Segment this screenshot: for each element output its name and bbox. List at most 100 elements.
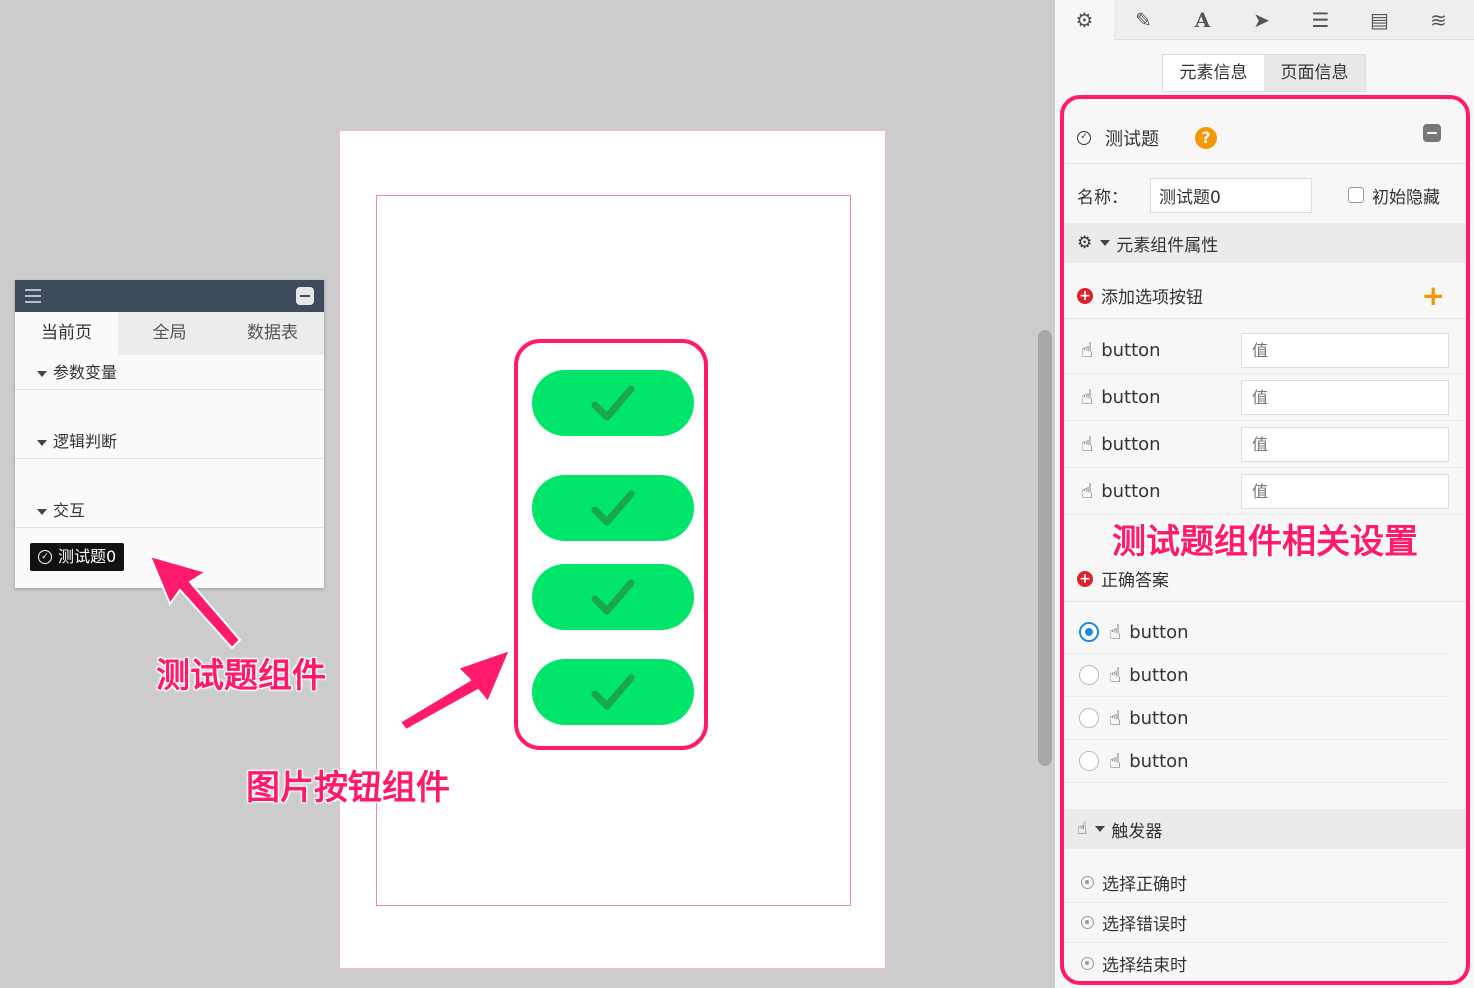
section-label: 触发器 — [1111, 821, 1163, 842]
answer-radio[interactable] — [1079, 622, 1099, 642]
image-button-3[interactable] — [532, 564, 694, 630]
option-value-input[interactable] — [1241, 473, 1449, 509]
option-label: button — [1101, 339, 1161, 361]
answer-label: button — [1129, 707, 1189, 729]
add-option-row: + 添加选项按钮 + — [1063, 273, 1467, 319]
layer-item-quiz[interactable]: ✓ 测试题0 — [30, 543, 125, 571]
option-row: ☝ button — [1063, 421, 1467, 468]
hand-pointer-icon: ☝ — [1077, 819, 1088, 839]
hand-pointer-icon: ☝ — [1109, 749, 1122, 773]
check-circle-icon: ✓ — [1077, 130, 1091, 145]
layer-panel: 当前页 全局 数据表 参数变量 逻辑判断 交互 ✓ 测试题0 — [15, 280, 324, 588]
option-value-input[interactable] — [1241, 332, 1449, 368]
option-row: ☝ button — [1063, 468, 1467, 515]
option-label: button — [1101, 480, 1161, 502]
tab-global[interactable]: 全局 — [118, 312, 221, 355]
canvas-scrollbar[interactable] — [1038, 330, 1052, 766]
tab-element-info[interactable]: 元素信息 — [1163, 55, 1264, 91]
help-icon[interactable]: ? — [1195, 126, 1217, 149]
collapse-icon[interactable] — [1423, 124, 1441, 142]
trigger-item[interactable]: 选择正确时 — [1063, 863, 1451, 903]
answer-radio[interactable] — [1079, 708, 1099, 728]
caret-down-icon — [37, 508, 47, 515]
options-list: ☝ button ☝ button ☝ button ☝ button — [1063, 327, 1467, 515]
text-icon[interactable]: A — [1173, 0, 1232, 40]
send-icon[interactable]: ➤ — [1232, 0, 1291, 40]
answer-row[interactable]: ☝ button — [1063, 697, 1451, 740]
plus-circle-icon: + — [1077, 287, 1093, 304]
info-tabs: 元素信息 页面信息 — [1162, 54, 1366, 92]
hand-pointer-icon: ☝ — [1081, 385, 1094, 409]
database-icon[interactable]: ≋ — [1409, 0, 1468, 40]
trigger-item[interactable]: 选择结束时 — [1063, 943, 1451, 983]
trigger-label: 选择错误时 — [1102, 915, 1187, 935]
section-parameters[interactable]: 参数变量 — [15, 355, 324, 390]
gear-icon: ⚙ — [1077, 233, 1093, 253]
hand-pointer-icon: ☝ — [1109, 663, 1122, 687]
menu-icon[interactable] — [25, 289, 41, 303]
name-row: 名称： 初始隐藏 — [1063, 170, 1467, 220]
initial-hidden-checkbox[interactable] — [1348, 187, 1364, 203]
tab-current-page[interactable]: 当前页 — [15, 312, 118, 355]
answer-row[interactable]: ☝ button — [1063, 654, 1451, 697]
trigger-header[interactable]: ☝ 触发器 — [1063, 809, 1467, 849]
section-interaction[interactable]: 交互 — [15, 493, 324, 528]
tab-page-info[interactable]: 页面信息 — [1264, 55, 1365, 91]
image-button-2[interactable] — [532, 475, 694, 541]
component-props-header[interactable]: ⚙ 元素组件属性 — [1063, 223, 1467, 263]
correct-answer-label: 正确答案 — [1101, 571, 1169, 591]
section-label: 元素组件属性 — [1116, 235, 1219, 256]
image-button-1[interactable] — [532, 370, 694, 436]
caret-down-icon — [1095, 826, 1106, 832]
check-icon — [591, 579, 635, 615]
check-icon — [591, 674, 635, 710]
section-logic[interactable]: 逻辑判断 — [15, 424, 324, 459]
initial-hidden-label: 初始隐藏 — [1372, 187, 1440, 208]
answer-row[interactable]: ☝ button — [1063, 611, 1451, 654]
check-circle-icon: ✓ — [38, 550, 52, 564]
trigger-label: 选择结束时 — [1102, 955, 1187, 976]
option-value-input[interactable] — [1241, 426, 1449, 462]
option-row: ☝ button — [1063, 327, 1467, 374]
section-label: 交互 — [53, 501, 86, 520]
tab-data-table[interactable]: 数据表 — [221, 312, 324, 355]
name-label: 名称： — [1077, 187, 1128, 208]
section-label: 参数变量 — [53, 363, 118, 382]
collapse-icon[interactable] — [296, 287, 314, 305]
section-label: 逻辑判断 — [53, 432, 118, 451]
trigger-item[interactable]: 选择错误时 — [1063, 903, 1451, 943]
answer-radio[interactable] — [1079, 751, 1099, 771]
component-title-row: ✓ 测试题 ? — [1063, 112, 1467, 164]
answer-radio[interactable] — [1079, 665, 1099, 685]
answer-label: button — [1129, 750, 1189, 772]
gear-icon[interactable]: ⚙ — [1055, 0, 1114, 40]
answer-row[interactable]: ☝ button — [1063, 740, 1451, 783]
hand-pointer-icon: ☝ — [1081, 479, 1094, 503]
caret-down-icon — [1100, 240, 1111, 246]
add-option-button[interactable]: + — [1422, 281, 1445, 310]
option-row: ☝ button — [1063, 374, 1467, 421]
add-option-label: 添加选项按钮 — [1101, 288, 1203, 308]
trigger-label: 选择正确时 — [1102, 875, 1187, 895]
list-icon[interactable]: ☰ — [1291, 0, 1350, 40]
name-input[interactable] — [1150, 177, 1312, 213]
check-icon — [591, 385, 635, 421]
annotation-quiz-settings: 测试题组件相关设置 — [1112, 522, 1418, 562]
properties-panel: ⚙ ✎ A ➤ ☰ ▤ ≋ 元素信息 页面信息 ✓ 测试题 ? 名称： 初始隐藏… — [1055, 0, 1474, 988]
layer-item-label: 测试题0 — [58, 547, 117, 566]
document-icon[interactable]: ▤ — [1350, 0, 1409, 40]
properties-toolbar: ⚙ ✎ A ➤ ☰ ▤ ≋ — [1055, 0, 1474, 40]
layer-panel-tabs: 当前页 全局 数据表 — [15, 312, 324, 355]
option-label: button — [1101, 386, 1161, 408]
option-value-input[interactable] — [1241, 379, 1449, 415]
target-icon — [1081, 916, 1094, 929]
component-title: 测试题 — [1105, 128, 1159, 150]
hand-pointer-icon: ☝ — [1109, 620, 1122, 644]
hand-pointer-icon: ☝ — [1109, 706, 1122, 730]
target-icon — [1081, 956, 1094, 970]
image-button-4[interactable] — [532, 659, 694, 725]
answer-label: button — [1129, 621, 1189, 643]
annotation-quiz-component: 测试题组件 — [156, 656, 326, 696]
option-label: button — [1101, 433, 1161, 455]
pencil-icon[interactable]: ✎ — [1114, 0, 1173, 40]
